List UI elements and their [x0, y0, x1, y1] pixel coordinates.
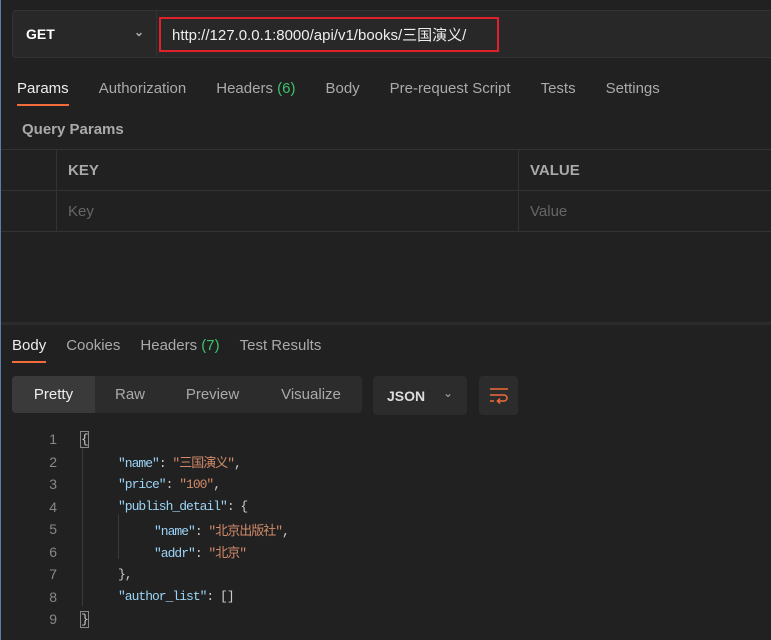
- code-line: 9}: [49, 610, 89, 628]
- view-pretty[interactable]: Pretty: [12, 376, 95, 413]
- code-line: 8 "author_list": []: [49, 588, 234, 605]
- headers-count: (7): [201, 337, 220, 354]
- code-line: 1{: [49, 430, 89, 448]
- table-row: Key Value: [1, 191, 771, 232]
- code-line: 6 "addr": "北京": [49, 543, 247, 562]
- tab-headers[interactable]: Headers (6): [216, 80, 295, 97]
- value-input[interactable]: Value: [519, 191, 771, 231]
- key-header: KEY: [57, 150, 519, 190]
- wrap-icon: [489, 387, 508, 404]
- tab-authorization[interactable]: Authorization: [99, 80, 187, 97]
- wrap-lines-button[interactable]: [479, 376, 518, 415]
- view-raw[interactable]: Raw: [95, 376, 165, 413]
- headers-count: (6): [277, 80, 296, 97]
- pane-divider[interactable]: [1, 322, 771, 325]
- request-tabs: Params Authorization Headers (6) Body Pr…: [17, 80, 690, 106]
- method-label: GET: [26, 26, 55, 42]
- url-input[interactable]: http://127.0.0.1:8000/api/v1/books/三国演义/: [159, 17, 499, 52]
- tab-tests[interactable]: Tests: [541, 80, 576, 97]
- chevron-down-icon: ⌄: [442, 386, 453, 400]
- code-line: 7},: [49, 566, 132, 583]
- method-select[interactable]: GET ⌄: [13, 11, 157, 57]
- row-checkbox: [1, 191, 57, 231]
- key-input[interactable]: Key: [57, 191, 519, 231]
- tab-pre-request-script[interactable]: Pre-request Script: [390, 80, 511, 97]
- value-header: VALUE: [530, 161, 580, 179]
- code-line: 3 "price": "100",: [49, 476, 221, 493]
- table-header: KEY VALUE: [1, 150, 771, 191]
- code-line: 5 "name": "北京出版社",: [49, 521, 290, 539]
- tab-cookies[interactable]: Cookies: [66, 337, 120, 354]
- tab-test-results[interactable]: Test Results: [240, 337, 322, 354]
- url-bar: GET ⌄ http://127.0.0.1:8000/api/v1/books/…: [12, 10, 771, 58]
- format-select[interactable]: JSON ⌄: [373, 376, 467, 415]
- response-body-code: 1{ 2 "name": "三国演义", 3 "price": "100", 4 "p…: [1, 428, 290, 631]
- view-preview[interactable]: Preview: [165, 376, 260, 413]
- tab-params[interactable]: Params: [17, 80, 69, 106]
- query-params-table: KEY VALUE Key Value: [1, 149, 771, 232]
- view-mode-selector: Pretty Raw Preview Visualize: [12, 376, 362, 413]
- code-line: 2 "name": "三国演义",: [49, 453, 242, 472]
- tab-label: Headers: [216, 80, 273, 97]
- tab-response-body[interactable]: Body: [12, 337, 47, 363]
- tab-settings[interactable]: Settings: [606, 80, 660, 97]
- response-tabs: Body Cookies Headers (7) Test Results: [12, 337, 351, 363]
- view-visualize[interactable]: Visualize: [260, 376, 362, 413]
- tab-body[interactable]: Body: [325, 80, 359, 97]
- query-params-title: Query Params: [22, 121, 124, 138]
- code-line: 4 "publish_detail": {: [49, 498, 248, 515]
- format-label: JSON: [387, 387, 426, 404]
- chevron-down-icon: ⌄: [133, 25, 144, 39]
- checkbox-column: [1, 150, 57, 190]
- tab-response-headers[interactable]: Headers (7): [140, 337, 219, 354]
- tab-label: Headers: [140, 337, 198, 354]
